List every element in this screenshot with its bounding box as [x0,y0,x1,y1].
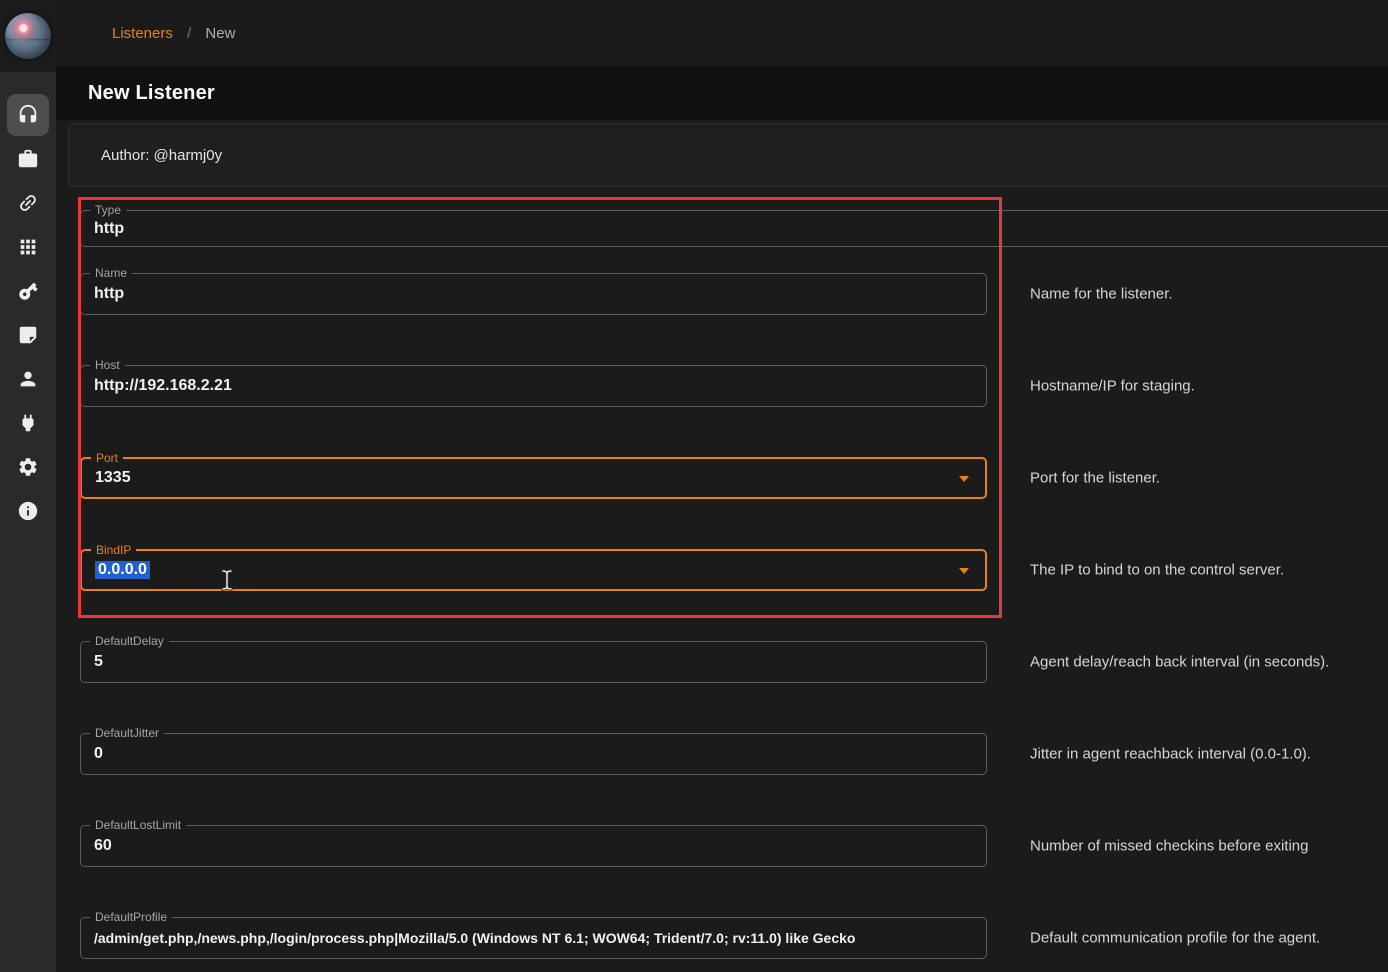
sidebar-item-8[interactable] [7,402,49,444]
bindip-description: The IP to bind to on the control server. [1030,562,1284,579]
field-row-port: Port1335Port for the listener. [80,457,987,499]
defaultprofile-label: DefaultProfile [90,910,172,925]
port-field[interactable]: Port1335 [80,457,987,499]
info-icon [17,500,39,522]
defaultjitter-field[interactable]: DefaultJitter0 [80,733,987,775]
defaultprofile-value: /admin/get.php,/news.php,/login/process.… [94,930,855,946]
breadcrumb: Listeners / New [112,25,235,42]
defaultjitter-value: 0 [94,745,103,763]
defaultlostlimit-label: DefaultLostLimit [90,818,186,833]
defaultlostlimit-value: 60 [94,837,112,855]
dropdown-caret-icon[interactable] [959,568,969,574]
sidebar [0,0,56,972]
type-field[interactable]: Typehttp [80,210,1388,247]
defaultjitter-description: Jitter in agent reachback interval (0.0-… [1030,746,1311,763]
defaultprofile-description: Default communication profile for the ag… [1030,930,1320,947]
breadcrumb-separator: / [187,25,191,42]
defaultdelay-label: DefaultDelay [90,634,169,649]
host-field[interactable]: Hosthttp://192.168.2.21 [80,365,987,407]
breadcrumb-listeners[interactable]: Listeners [112,25,173,42]
field-row-defaultlostlimit: DefaultLostLimit60Number of missed check… [80,825,987,867]
type-value: http [94,220,124,238]
defaultjitter-label: DefaultJitter [90,726,164,741]
field-row-bindip: BindIP0.0.0.0The IP to bind to on the co… [80,549,987,591]
main-panel: Listeners / New New Listener Author: @ha… [56,0,1388,972]
sidebar-item-10[interactable] [7,490,49,532]
field-row-defaultprofile: DefaultProfile/admin/get.php,/news.php,/… [80,917,987,959]
selected-text: 0.0.0.0 [95,561,150,579]
deathstar-logo-icon [5,13,51,59]
defaultlostlimit-description: Number of missed checkins before exiting [1030,838,1308,855]
bindip-label: BindIP [91,543,136,558]
author-card: Author: @harmj0y [68,123,1388,187]
page-title-band: New Listener [56,66,1388,120]
port-value: 1335 [95,469,131,487]
author-text: Author: @harmj0y [101,147,222,164]
listener-form: TypehttpNamehttpName for the listener.Ho… [80,210,1388,959]
defaultdelay-field[interactable]: DefaultDelay5 [80,641,987,683]
sidebar-item-7[interactable] [7,358,49,400]
sidebar-item-2[interactable] [7,138,49,180]
content: Author: @harmj0y TypehttpNamehttpName fo… [56,123,1388,959]
name-label: Name [90,266,132,281]
key-icon [12,275,43,306]
name-field[interactable]: Namehttp [80,273,987,315]
host-label: Host [90,358,125,373]
link-icon [12,187,43,218]
breadcrumb-new: New [205,25,235,42]
topbar: Listeners / New [56,0,1388,66]
port-description: Port for the listener. [1030,470,1160,487]
field-row-defaultdelay: DefaultDelay5Agent delay/reach back inte… [80,641,987,683]
briefcase-icon [17,148,39,170]
sidebar-item-9[interactable] [7,446,49,488]
type-label: Type [90,203,126,218]
name-description: Name for the listener. [1030,286,1173,303]
sidebar-item-3[interactable] [7,182,49,224]
headphones-icon [17,104,39,126]
plug-icon [17,412,39,434]
sidebar-item-5[interactable] [7,270,49,312]
bindip-value: 0.0.0.0 [95,561,150,579]
app-logo[interactable] [0,0,56,72]
defaultlostlimit-field[interactable]: DefaultLostLimit60 [80,825,987,867]
sidebar-item-4[interactable] [7,226,49,268]
gear-icon [17,456,39,478]
field-row-name: NamehttpName for the listener. [80,273,987,315]
bindip-field[interactable]: BindIP0.0.0.0 [80,549,987,591]
sidebar-item-6[interactable] [7,314,49,356]
dropdown-caret-icon[interactable] [959,476,969,482]
defaultdelay-value: 5 [94,653,103,671]
sidebar-nav [0,94,56,532]
host-description: Hostname/IP for staging. [1030,378,1195,395]
field-row-host: Hosthttp://192.168.2.21Hostname/IP for s… [80,365,987,407]
field-row-type: Typehttp [80,210,987,247]
page-title: New Listener [88,82,215,105]
port-label: Port [91,451,123,466]
note-icon [17,324,39,346]
person-icon [17,368,39,390]
field-row-defaultjitter: DefaultJitter0Jitter in agent reachback … [80,733,987,775]
host-value: http://192.168.2.21 [94,377,232,395]
name-value: http [94,285,124,303]
sidebar-item-1[interactable] [7,94,49,136]
defaultdelay-description: Agent delay/reach back interval (in seco… [1030,654,1329,671]
defaultprofile-field[interactable]: DefaultProfile/admin/get.php,/news.php,/… [80,917,987,959]
grid-icon [17,236,39,258]
